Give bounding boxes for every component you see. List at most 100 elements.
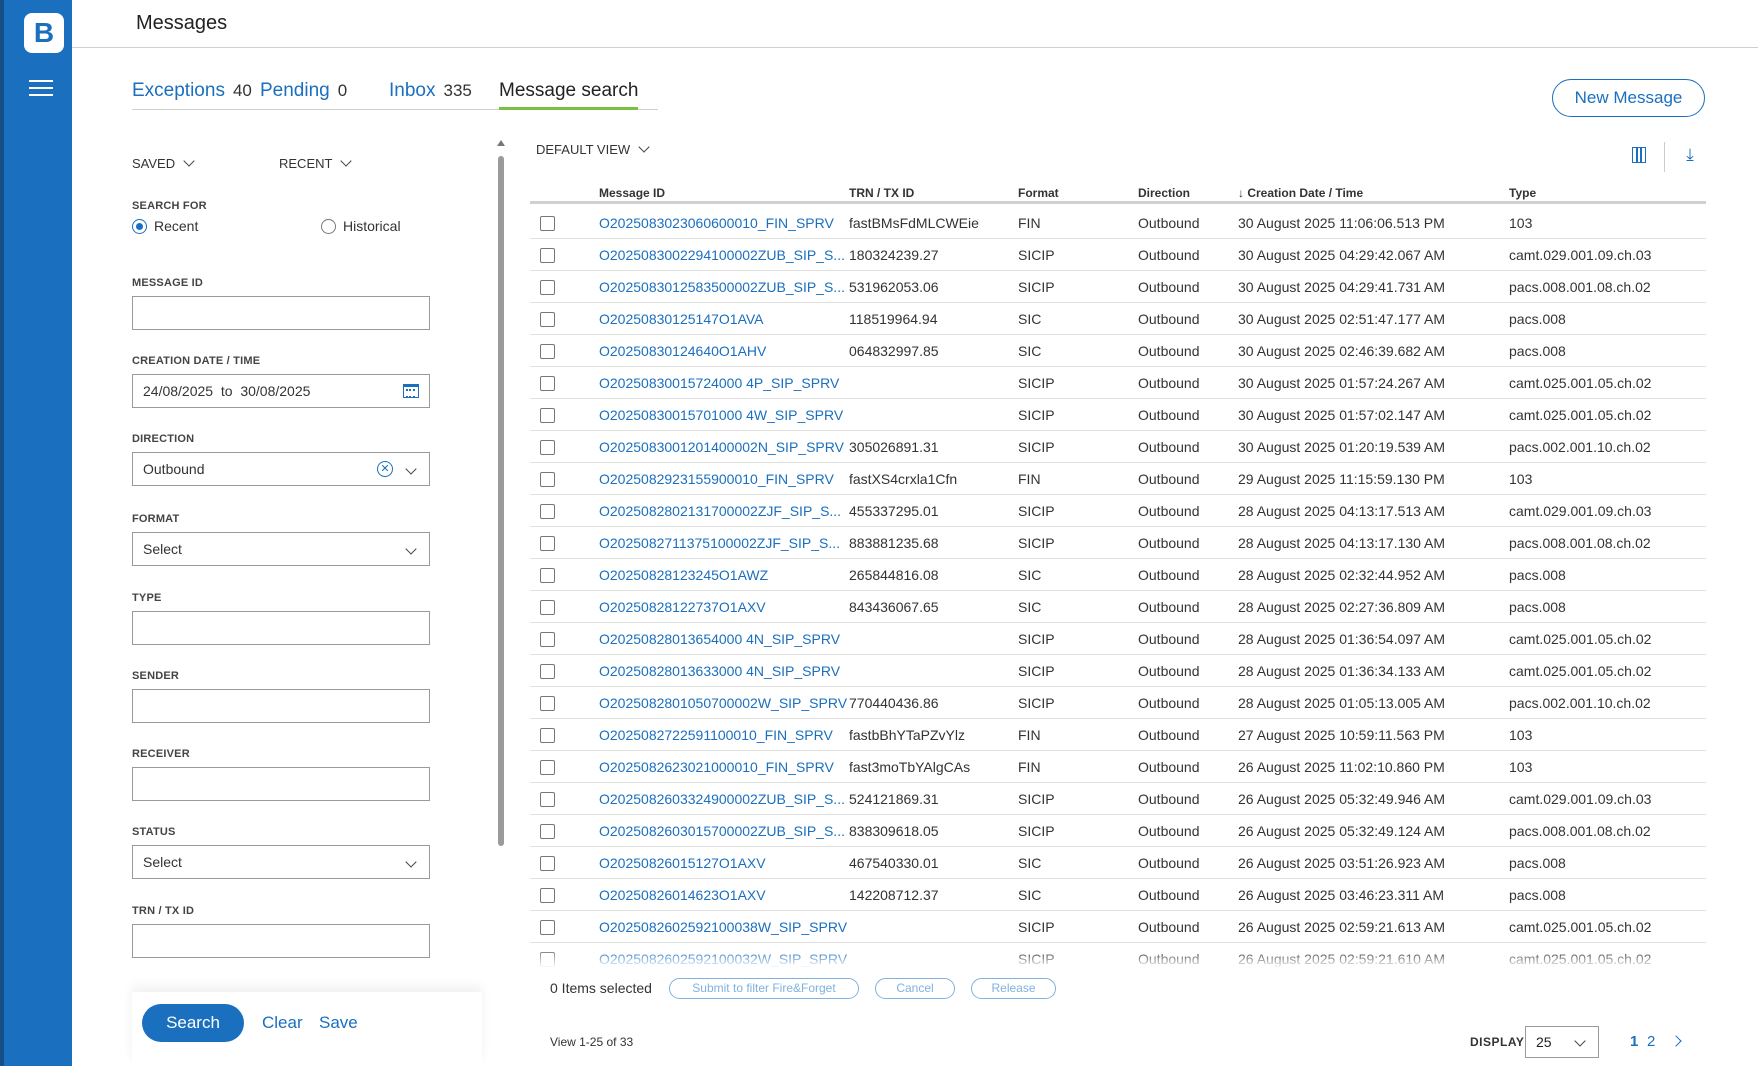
message-id-link[interactable]: O2025083012583500002ZUB_SIP_S... (599, 279, 845, 295)
row-checkbox[interactable] (540, 696, 555, 711)
table-row[interactable]: O2025082923155900010_FIN_SPRV fastXS4crxl… (530, 463, 1706, 495)
col-message-id[interactable]: Message ID (599, 186, 665, 200)
row-checkbox[interactable] (540, 824, 555, 839)
filter-scrollbar[interactable] (497, 140, 505, 1070)
table-row[interactable]: O20250826014623O1AXV 142208712.37 SIC Outbo… (530, 879, 1706, 911)
page-1[interactable]: 1 (1630, 1033, 1638, 1050)
table-row[interactable]: O2025082602592100038W_SIP_SPRV SICIP Outbo… (530, 911, 1706, 943)
row-checkbox[interactable] (540, 376, 555, 391)
new-message-button[interactable]: New Message (1552, 79, 1705, 117)
table-row[interactable]: O20250830124640O1AHV 064832997.85 SIC Outbo… (530, 335, 1706, 367)
table-row[interactable]: O2025083002294100002ZUB_SIP_S... 18032423… (530, 239, 1706, 271)
radio-historical[interactable]: Historical (321, 218, 401, 234)
tab-exceptions[interactable]: Exceptions 40 (132, 80, 252, 110)
message-id-link[interactable]: O2025083001201400002N_SIP_SPRV (599, 439, 844, 455)
table-row[interactable]: O2025082623021000010_FIN_SPRV fast3moTbYA… (530, 751, 1706, 783)
table-row[interactable]: O2025083023060600010_FIN_SPRV fastBMsFdML… (530, 207, 1706, 239)
message-id-link[interactable]: O20250830124640O1AHV (599, 343, 766, 359)
release-button[interactable]: Release (971, 978, 1056, 999)
table-row[interactable]: O20250830015701000 4W_SIP_SPRV SICIP Outbo… (530, 399, 1706, 431)
page-size-select[interactable]: 25 (1525, 1026, 1599, 1058)
message-id-link[interactable]: O20250826015127O1AXV (599, 855, 766, 871)
message-id-link[interactable]: O20250828013633000 4N_SIP_SPRV (599, 663, 840, 679)
message-id-link[interactable]: O20250830015701000 4W_SIP_SPRV (599, 407, 843, 423)
tab-pending[interactable]: Pending 0 (260, 80, 347, 110)
status-select[interactable]: Select (132, 845, 430, 879)
row-checkbox[interactable] (540, 856, 555, 871)
row-checkbox[interactable] (540, 216, 555, 231)
app-logo[interactable]: B (24, 13, 64, 53)
table-row[interactable]: O20250828123245O1AWZ 265844816.08 SIC Outbo… (530, 559, 1706, 591)
col-trn[interactable]: TRN / TX ID (849, 186, 914, 200)
recent-dropdown[interactable]: RECENT (279, 155, 353, 171)
row-checkbox[interactable] (540, 568, 555, 583)
message-id-link[interactable]: O2025082722591100010_FIN_SPRV (599, 727, 833, 743)
message-id-link[interactable]: O2025082603324900002ZUB_SIP_S... (599, 791, 845, 807)
message-id-link[interactable]: O2025082623021000010_FIN_SPRV (599, 759, 834, 775)
scroll-up-icon[interactable] (497, 140, 505, 146)
format-select[interactable]: Select (132, 532, 430, 566)
row-checkbox[interactable] (540, 792, 555, 807)
clear-circle-icon[interactable]: ✕ (377, 461, 393, 477)
table-row[interactable]: O20250828013633000 4N_SIP_SPRV SICIP Outbo… (530, 655, 1706, 687)
radio-recent[interactable]: Recent (132, 218, 198, 234)
saved-dropdown[interactable]: SAVED (132, 155, 195, 171)
type-input[interactable] (132, 611, 430, 645)
table-row[interactable]: O2025082722591100010_FIN_SPRV fastbBhYTaP… (530, 719, 1706, 751)
message-id-link[interactable]: O2025083023060600010_FIN_SPRV (599, 215, 834, 231)
message-id-link[interactable]: O20250828123245O1AWZ (599, 567, 768, 583)
col-format[interactable]: Format (1018, 186, 1059, 200)
row-checkbox[interactable] (540, 440, 555, 455)
columns-icon[interactable] (1632, 147, 1646, 163)
message-id-link[interactable]: O2025082711375100002ZJF_SIP_S... (599, 535, 840, 551)
message-id-link[interactable]: O20250828122737O1AXV (599, 599, 766, 615)
table-row[interactable]: O2025082603015700002ZUB_SIP_S... 83830961… (530, 815, 1706, 847)
sender-input[interactable] (132, 689, 430, 723)
row-checkbox[interactable] (540, 920, 555, 935)
message-id-link[interactable]: O2025083002294100002ZUB_SIP_S... (599, 247, 845, 263)
save-button[interactable]: Save (319, 1013, 358, 1033)
creation-date-input[interactable]: 24/08/2025 to 30/08/2025 (132, 374, 430, 408)
search-button[interactable]: Search (142, 1004, 244, 1042)
page-2[interactable]: 2 (1647, 1033, 1655, 1050)
calendar-icon[interactable] (403, 384, 419, 398)
tab-message-search[interactable]: Message search (499, 80, 639, 110)
cancel-button[interactable]: Cancel (875, 978, 955, 999)
message-id-link[interactable]: O20250828013654000 4N_SIP_SPRV (599, 631, 840, 647)
row-checkbox[interactable] (540, 664, 555, 679)
message-id-link[interactable]: O2025082801050700002W_SIP_SPRV (599, 695, 847, 711)
col-direction[interactable]: Direction (1138, 186, 1190, 200)
message-id-link[interactable]: O2025082602592100038W_SIP_SPRV (599, 919, 847, 935)
row-checkbox[interactable] (540, 344, 555, 359)
table-row[interactable]: O20250830125147O1AVA 118519964.94 SIC Outbo… (530, 303, 1706, 335)
table-row[interactable]: O2025083012583500002ZUB_SIP_S... 53196205… (530, 271, 1706, 303)
message-id-link[interactable]: O2025082802131700002ZJF_SIP_S... (599, 503, 841, 519)
message-id-link[interactable]: O2025082603015700002ZUB_SIP_S... (599, 823, 845, 839)
download-icon[interactable]: ⤓ (1682, 146, 1698, 165)
clear-button[interactable]: Clear (262, 1013, 303, 1033)
tab-inbox[interactable]: Inbox 335 (389, 80, 472, 110)
row-checkbox[interactable] (540, 888, 555, 903)
row-checkbox[interactable] (540, 280, 555, 295)
table-row[interactable]: O2025082801050700002W_SIP_SPRV 770440436.… (530, 687, 1706, 719)
message-id-link[interactable]: O2025082923155900010_FIN_SPRV (599, 471, 834, 487)
hamburger-menu-icon[interactable] (29, 80, 53, 101)
row-checkbox[interactable] (540, 728, 555, 743)
trn-input[interactable] (132, 924, 430, 958)
message-id-link[interactable]: O20250830125147O1AVA (599, 311, 764, 327)
message-id-link[interactable]: O20250830015724000 4P_SIP_SPRV (599, 375, 839, 391)
row-checkbox[interactable] (540, 248, 555, 263)
table-row[interactable]: O2025082603324900002ZUB_SIP_S... 52412186… (530, 783, 1706, 815)
table-row[interactable]: O20250830015724000 4P_SIP_SPRV SICIP Outbo… (530, 367, 1706, 399)
row-checkbox[interactable] (540, 760, 555, 775)
message-id-input[interactable] (132, 296, 430, 330)
table-row[interactable]: O20250828122737O1AXV 843436067.65 SIC Outbo… (530, 591, 1706, 623)
row-checkbox[interactable] (540, 632, 555, 647)
col-type[interactable]: Type (1509, 186, 1536, 200)
row-checkbox[interactable] (540, 312, 555, 327)
row-checkbox[interactable] (540, 600, 555, 615)
message-id-link[interactable]: O20250826014623O1AXV (599, 887, 766, 903)
view-selector[interactable]: DEFAULT VIEW (536, 141, 650, 157)
row-checkbox[interactable] (540, 504, 555, 519)
row-checkbox[interactable] (540, 408, 555, 423)
